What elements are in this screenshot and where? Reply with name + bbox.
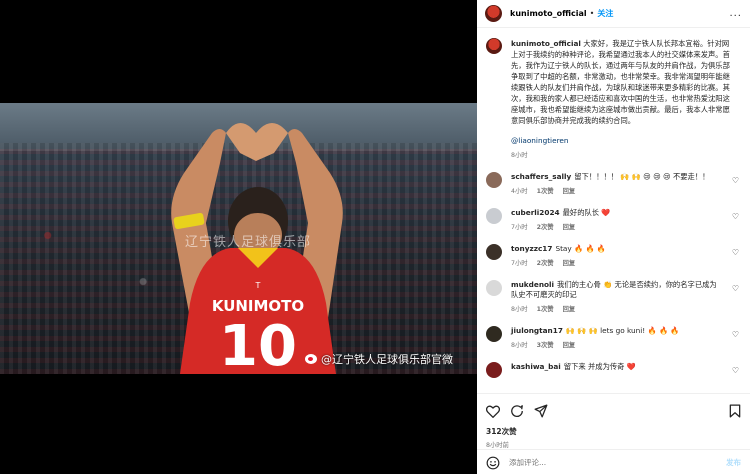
comment-item: schaffers_sally 留下！！！！ 🙌 🙌 😢 😢 😢 不要走！！ 4小时… (486, 172, 741, 195)
caption-time: 8小时 (511, 152, 528, 159)
commenter-avatar[interactable] (486, 280, 502, 296)
comment-text-block: mukdenoli 我们的主心骨 👏 无论是否续约，你的名字已成为队史不可磨灭的印… (511, 280, 723, 300)
commenter-avatar[interactable] (486, 326, 502, 342)
caption-mention-link[interactable]: @liaoningtieren (511, 136, 733, 145)
comment-likes[interactable]: 1次赞 (537, 186, 554, 195)
comment-like-heart-icon[interactable]: ♡ (732, 176, 739, 185)
comment-time: 7小时 (511, 260, 528, 267)
comment-like-heart-icon[interactable]: ♡ (732, 284, 739, 293)
comment-time: 8小时 (511, 342, 528, 349)
comment-icon[interactable] (510, 404, 524, 418)
photo-watermark-background: 辽宁铁人足球俱乐部 (185, 235, 312, 250)
shirt-number: 10 (219, 314, 297, 374)
comment-reply-button[interactable]: 回复 (563, 258, 576, 267)
post-photo[interactable]: T KUNIMOTO 10 辽宁铁人足球俱乐部 (0, 103, 477, 374)
commenter-username[interactable]: mukdenoli (511, 280, 554, 289)
like-heart-icon[interactable] (486, 405, 500, 418)
comment-meta: 8小时 3次赞 回复 (511, 340, 723, 349)
emoji-icon[interactable] (486, 456, 500, 470)
comment-reply-button[interactable]: 回复 (563, 304, 576, 313)
commenter-avatar[interactable] (486, 172, 502, 188)
comment-like-heart-icon[interactable]: ♡ (732, 212, 739, 221)
commenter-username[interactable]: jiulongtan17 (511, 326, 563, 335)
comment-likes[interactable]: 2次赞 (537, 258, 554, 267)
comment-text: 留下！！！！ 🙌 🙌 😢 😢 😢 不要走！！ (574, 172, 710, 181)
caption-username[interactable]: kunimoto_official (511, 39, 581, 48)
bookmark-icon[interactable] (729, 404, 741, 418)
comment-text: 最好的队长 ❤️ (562, 208, 611, 217)
svg-text:T: T (255, 281, 261, 290)
comment-reply-button[interactable]: 回复 (563, 222, 576, 231)
author-username[interactable]: kunimoto_official (510, 9, 587, 18)
comment-text: Stay 🔥 🔥 🔥 (555, 244, 606, 253)
more-options-icon[interactable]: ... (729, 8, 742, 19)
comment-text-block: jiulongtan17 🙌 🙌 🙌 lets go kuni! 🔥 🔥 🔥 (511, 326, 723, 336)
watermark-text: @辽宁铁人足球俱乐部官微 (321, 353, 453, 366)
comment-time: 8小时 (511, 306, 528, 313)
comment-item: cuberli2024 最好的队长 ❤️ 7小时 2次赞 回复 ♡ (486, 208, 741, 231)
comment-reply-button[interactable]: 回复 (563, 186, 576, 195)
commenter-username[interactable]: cuberli2024 (511, 208, 560, 217)
add-comment-bar: 发布 (477, 449, 750, 474)
comment-like-heart-icon[interactable]: ♡ (732, 366, 739, 375)
comment-meta: 7小时 2次赞 回复 (511, 222, 723, 231)
comment-meta: 4小时 1次赞 回复 (511, 186, 723, 195)
photo-watermark: @辽宁铁人足球俱乐部官微 (305, 351, 453, 367)
commenter-username[interactable]: schaffers_sally (511, 172, 571, 181)
comment-reply-button[interactable]: 回复 (563, 340, 576, 349)
post-actions: 312次赞 8小时前 发布 (477, 393, 750, 474)
caption-text: 大家好，我是辽宁铁人队长邦本宜裕。针对网上对于我续约的种种评论，我希望通过我本人… (511, 39, 730, 125)
comment-item: tonyzzc17 Stay 🔥 🔥 🔥 7小时 2次赞 回复 ♡ (486, 244, 741, 267)
post-caption: kunimoto_official 大家好，我是辽宁铁人队长邦本宜裕。针对网上对… (486, 38, 741, 159)
commenter-avatar[interactable] (486, 362, 502, 378)
caption-text-block: kunimoto_official 大家好，我是辽宁铁人队长邦本宜裕。针对网上对… (511, 38, 733, 126)
comment-text-block: tonyzzc17 Stay 🔥 🔥 🔥 (511, 244, 723, 254)
author-avatar[interactable] (485, 5, 502, 22)
weibo-icon (305, 354, 317, 364)
follow-button[interactable]: 关注 (597, 8, 613, 19)
commenter-avatar[interactable] (486, 244, 502, 260)
commenter-avatar[interactable] (486, 208, 502, 224)
commenter-username[interactable]: kashiwa_bai (511, 362, 561, 371)
likes-count[interactable]: 312次赞 (486, 426, 741, 437)
shirt-name: KUNIMOTO (212, 297, 304, 315)
comment-text-block: kashiwa_bai 留下来 并成为传奇 ❤️ (511, 362, 723, 372)
comment-likes[interactable]: 3次赞 (537, 340, 554, 349)
comment-meta: 7小时 2次赞 回复 (511, 258, 723, 267)
comments-list[interactable]: kunimoto_official 大家好，我是辽宁铁人队长邦本宜裕。针对网上对… (477, 28, 750, 393)
comment-item: mukdenoli 我们的主心骨 👏 无论是否续约，你的名字已成为队史不可磨灭的印… (486, 280, 741, 313)
share-send-icon[interactable] (534, 404, 548, 418)
comment-likes[interactable]: 2次赞 (537, 222, 554, 231)
comment-like-heart-icon[interactable]: ♡ (732, 248, 739, 257)
comment-meta: 8小时 1次赞 回复 (511, 304, 723, 313)
comment-text-block: cuberli2024 最好的队长 ❤️ (511, 208, 723, 218)
comment-text-block: schaffers_sally 留下！！！！ 🙌 🙌 😢 😢 😢 不要走！！ (511, 172, 723, 182)
post-timestamp: 8小时前 (486, 442, 509, 449)
comment-text: 🙌 🙌 🙌 lets go kuni! 🔥 🔥 🔥 (565, 326, 680, 335)
comment-likes[interactable]: 1次赞 (537, 304, 554, 313)
separator-dot: • (589, 9, 595, 18)
comment-item: kashiwa_bai 留下来 并成为传奇 ❤️ ♡ (486, 362, 741, 378)
caption-author-avatar[interactable] (486, 38, 502, 54)
comment-text: 留下来 并成为传奇 ❤️ (563, 362, 636, 371)
post-comment-button[interactable]: 发布 (726, 457, 741, 468)
comment-item: jiulongtan17 🙌 🙌 🙌 lets go kuni! 🔥 🔥 🔥 8小时… (486, 326, 741, 349)
post-side-panel: kunimoto_official • 关注 ... kunimoto_offi… (477, 0, 750, 474)
post-media: T KUNIMOTO 10 辽宁铁人足球俱乐部 @辽宁铁人足球俱乐部官微 (0, 0, 477, 474)
post-header: kunimoto_official • 关注 ... (477, 0, 750, 28)
comment-time: 7小时 (511, 224, 528, 231)
comment-like-heart-icon[interactable]: ♡ (732, 330, 739, 339)
commenter-username[interactable]: tonyzzc17 (511, 244, 552, 253)
comment-time: 4小时 (511, 188, 528, 195)
add-comment-input[interactable] (509, 458, 699, 467)
